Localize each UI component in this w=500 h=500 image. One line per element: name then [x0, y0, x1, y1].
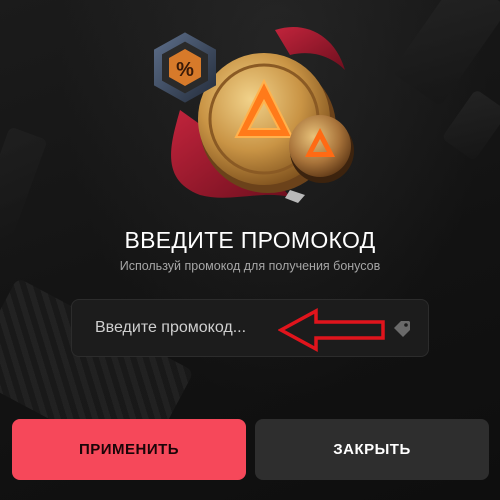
tag-icon: [394, 321, 410, 337]
coin-small: [289, 115, 354, 183]
background-shape: [0, 126, 48, 244]
apply-button[interactable]: ПРИМЕНИТЬ: [12, 419, 246, 480]
percent-hex-badge: %: [154, 32, 216, 103]
annotation-arrow-icon: [278, 308, 385, 352]
close-button[interactable]: ЗАКРЫТЬ: [255, 419, 489, 480]
promo-hero-illustration: %: [154, 26, 354, 203]
page-subtitle: Используй промокод для получения бонусов: [119, 259, 381, 273]
svg-text:%: %: [176, 59, 194, 81]
background-shape: [391, 0, 500, 107]
promo-code-modal: % ВВЕДИТЕ ПРОМОКОД Используй промокод дл…: [0, 0, 500, 500]
page-title: ВВЕДИТЕ ПРОМОКОД: [124, 227, 376, 253]
background-shape: [441, 88, 500, 162]
